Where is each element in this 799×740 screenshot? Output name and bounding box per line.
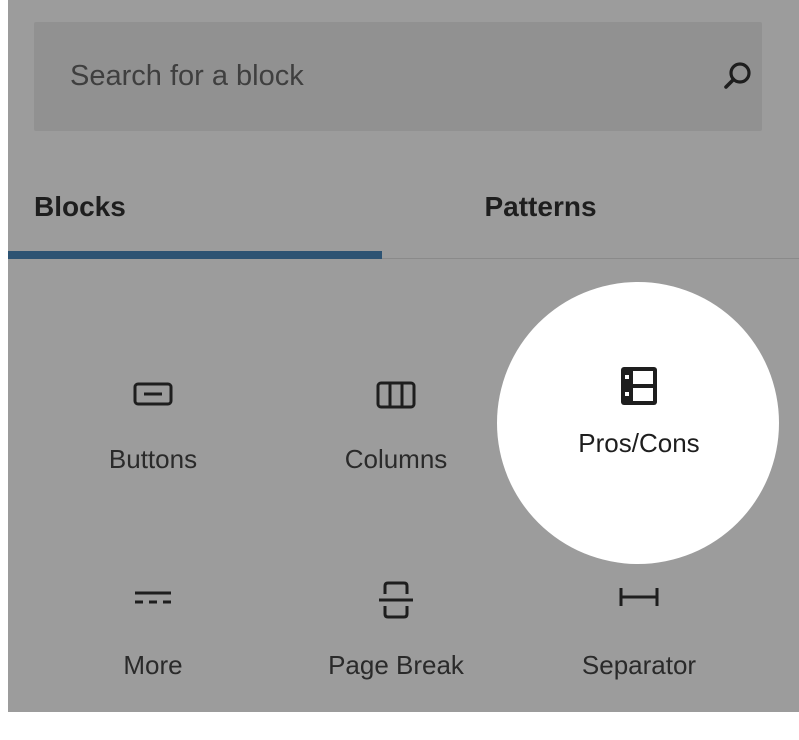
block-item-separator[interactable]: Separator (517, 580, 761, 720)
block-label: Separator (581, 650, 697, 680)
block-label: Page Break (328, 650, 464, 680)
tab-patterns[interactable]: Patterns (382, 160, 799, 256)
search-icon[interactable] (720, 58, 756, 94)
block-item-columns[interactable]: Columns (274, 374, 518, 514)
buttons-icon (133, 382, 173, 406)
inserter-tabs: Blocks Patterns (8, 160, 799, 260)
search-input[interactable] (70, 22, 670, 131)
pros-cons-icon (621, 367, 657, 405)
columns-icon (376, 381, 416, 409)
block-item-buttons[interactable]: Buttons (31, 374, 275, 514)
block-item-pros-cons[interactable]: Pros/Cons (517, 366, 761, 506)
block-label: More (123, 650, 183, 680)
active-tab-indicator (8, 251, 382, 259)
search-box[interactable] (34, 22, 762, 131)
page-break-icon (379, 581, 413, 619)
more-icon (135, 591, 171, 604)
block-item-page-break[interactable]: Page Break (274, 580, 518, 720)
block-label: Columns (344, 444, 448, 474)
tab-blocks[interactable]: Blocks (8, 160, 382, 256)
block-label: Pros/Cons (578, 428, 700, 458)
separator-icon (619, 588, 659, 606)
block-label: Buttons (108, 444, 198, 474)
block-item-more[interactable]: More (31, 580, 275, 720)
